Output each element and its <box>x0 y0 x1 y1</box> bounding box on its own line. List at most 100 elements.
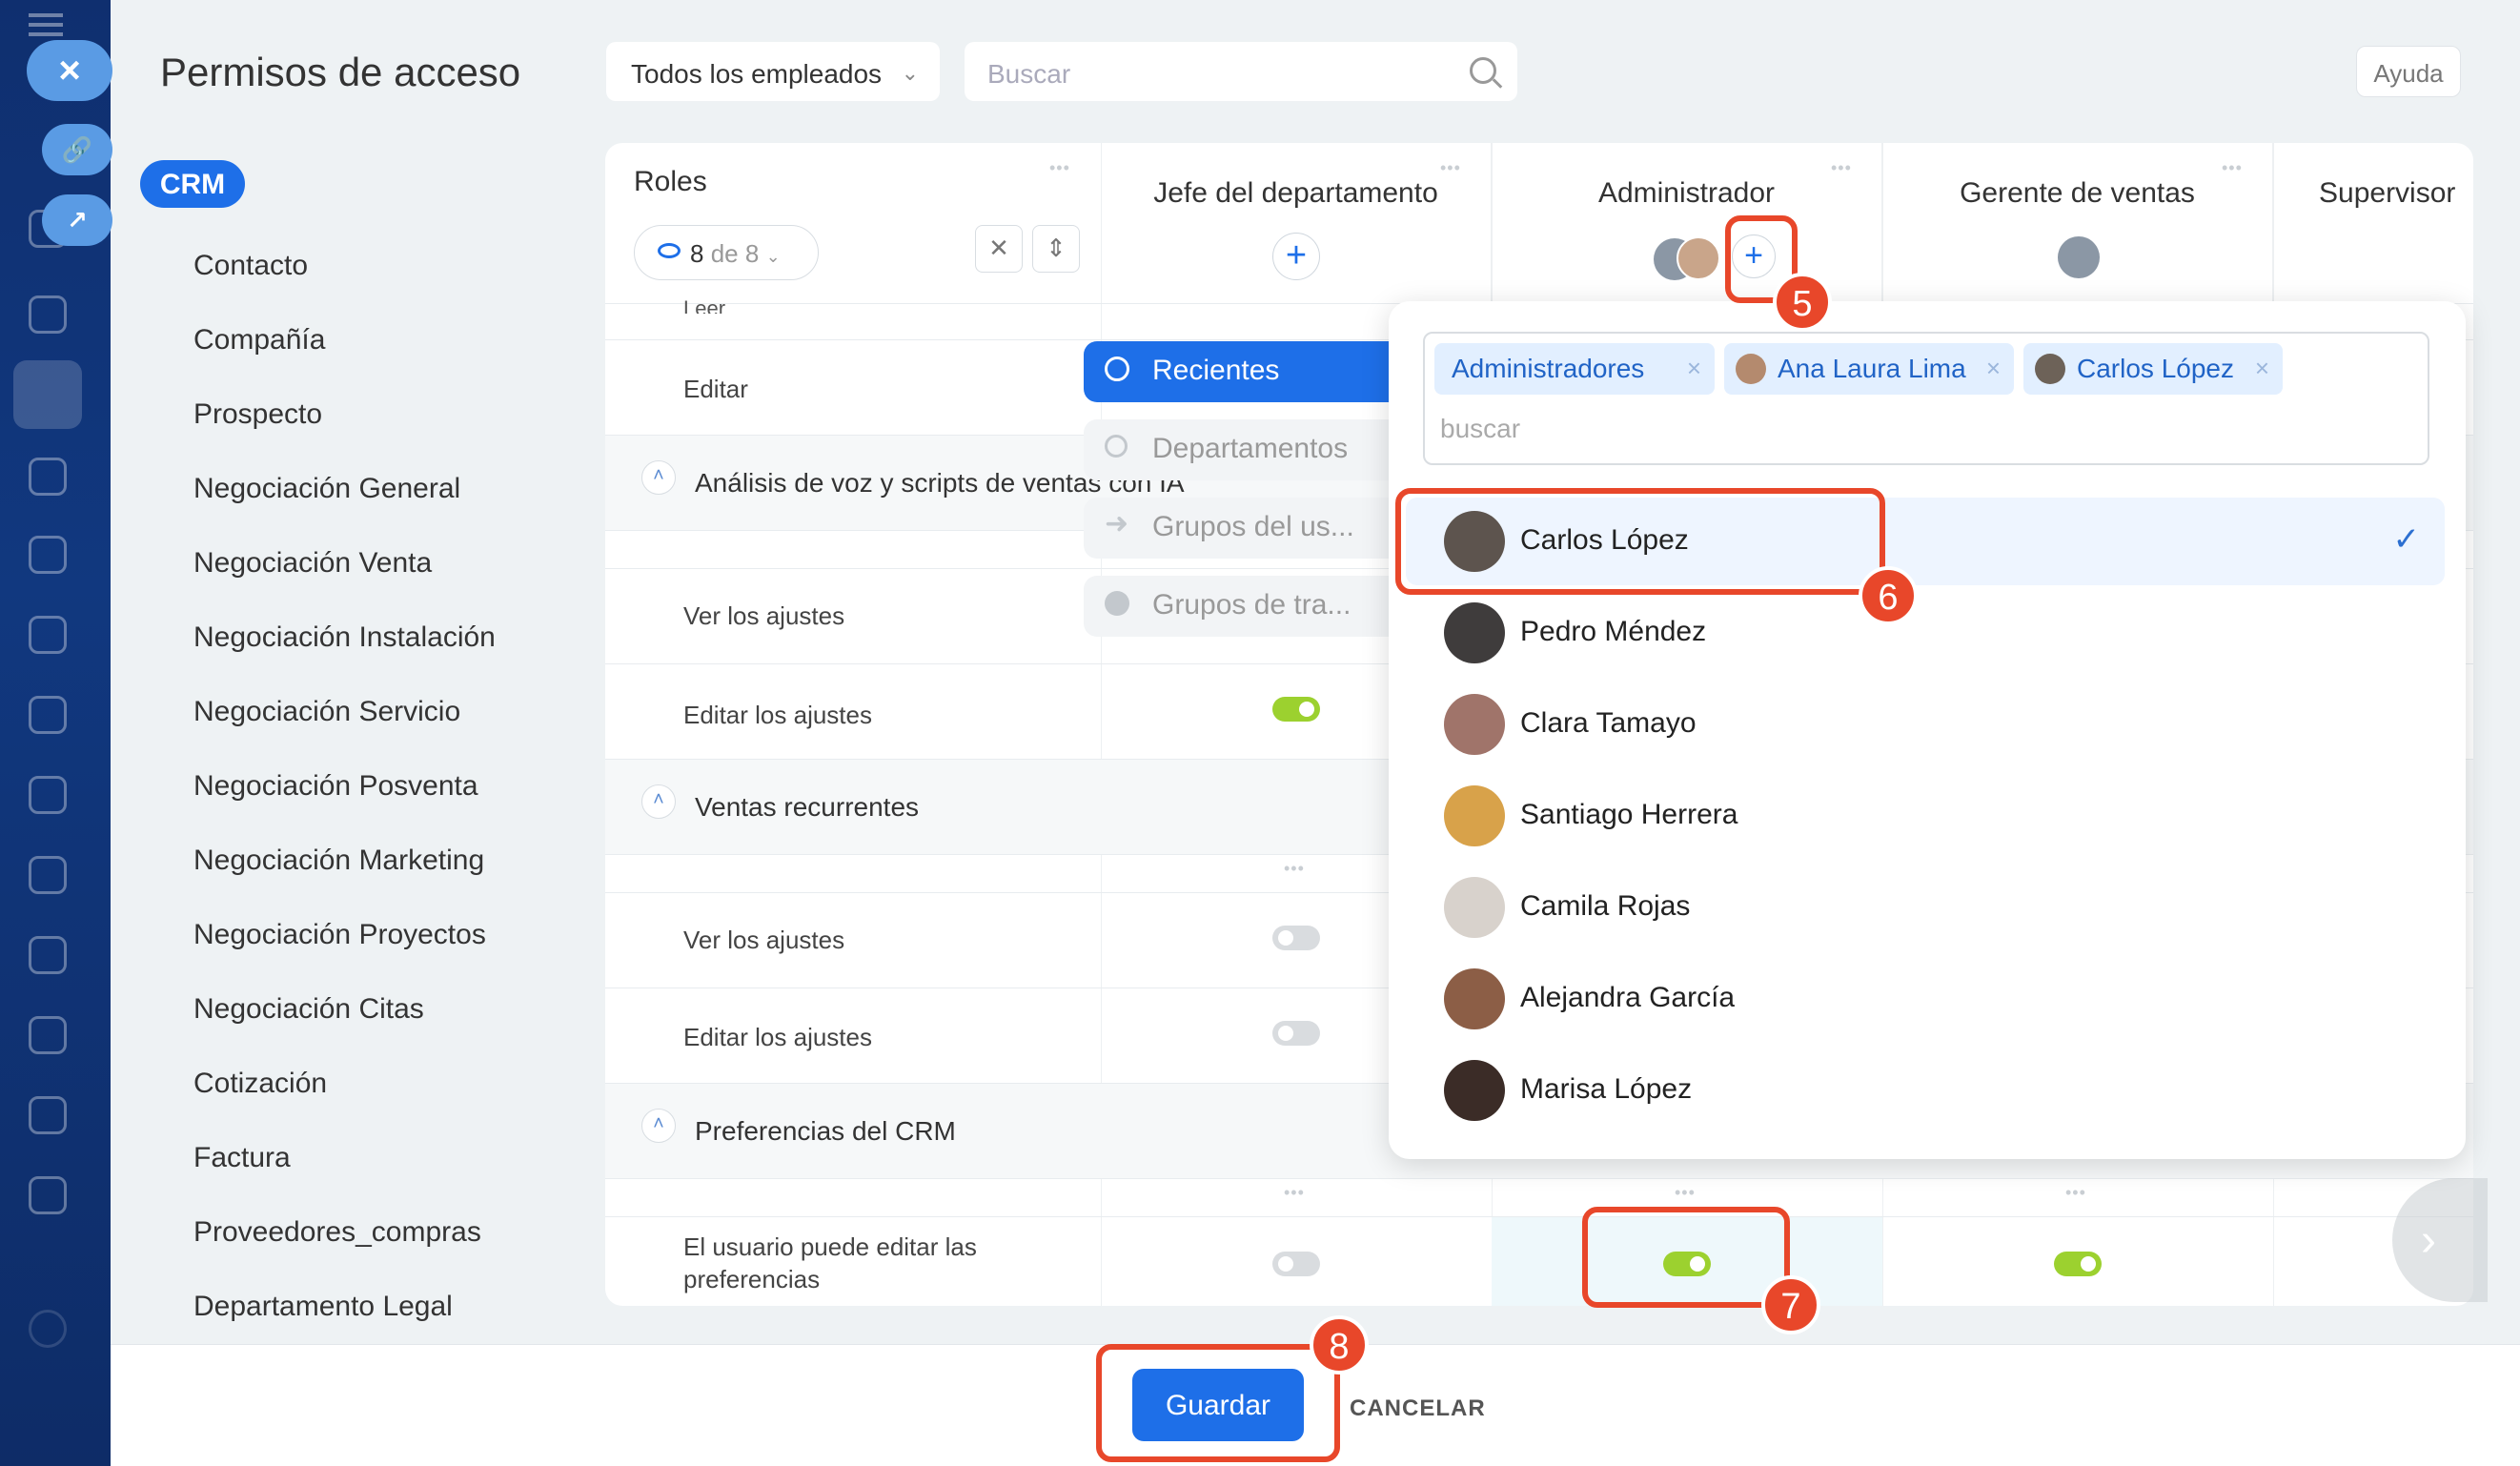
permission-toggle[interactable] <box>2054 1252 2102 1276</box>
help-button[interactable]: Ayuda <box>2356 46 2461 97</box>
selector-search-input[interactable]: buscar <box>1440 414 1520 444</box>
list-item-clara-tamayo[interactable]: Clara Tamayo <box>1406 681 2445 768</box>
automation-icon[interactable] <box>29 536 67 574</box>
avatar <box>1444 694 1505 755</box>
remove-tag-icon[interactable]: × <box>1687 354 1701 383</box>
search-icon <box>1105 356 1129 381</box>
column-menu-icon[interactable]: ••• <box>1440 158 1461 178</box>
sidebar-item-contacto[interactable]: Contacto <box>193 250 308 282</box>
menu-icon[interactable] <box>29 13 63 17</box>
crm-section-pill[interactable]: CRM <box>140 160 245 208</box>
sidebar-item-negociacion-proyectos[interactable]: Negociación Proyectos <box>193 919 486 951</box>
selector-tab-label: Grupos del us... <box>1152 511 1354 542</box>
cell-menu-icon[interactable]: ••• <box>1284 859 1305 879</box>
row-label: Editar los ajustes <box>683 1023 872 1051</box>
sites-icon[interactable] <box>29 458 67 496</box>
permission-toggle[interactable] <box>1272 1252 1320 1276</box>
sidebar-item-prospecto[interactable]: Prospecto <box>193 398 322 431</box>
column-title: Administrador <box>1597 177 1776 209</box>
remove-tag-icon[interactable]: × <box>1986 354 2001 383</box>
column-menu-icon[interactable]: ••• <box>1049 158 1070 178</box>
calendar-icon[interactable] <box>29 616 67 654</box>
copy-link-button[interactable]: 🔗 <box>42 124 112 175</box>
tag-ana-laura-lima: Ana Laura Lima × <box>1724 343 2014 395</box>
sidebar-item-negociacion-citas[interactable]: Negociación Citas <box>193 993 424 1026</box>
cancel-button[interactable]: CANCELAR <box>1350 1395 1486 1422</box>
list-item-pedro-mendez[interactable]: Pedro Méndez <box>1406 589 2445 677</box>
cell-menu-icon[interactable]: ••• <box>2065 1183 2086 1203</box>
selector-tab-label: Departamentos <box>1152 433 1349 464</box>
sidebar-item-negociacion-posventa[interactable]: Negociación Posventa <box>193 770 478 803</box>
list-item-alejandra-garcia[interactable]: Alejandra García <box>1406 955 2445 1043</box>
sidebar-item-negociacion-general[interactable]: Negociación General <box>193 473 460 505</box>
callout-highlight-6 <box>1395 488 1885 595</box>
search-input[interactable]: Buscar <box>965 42 1517 101</box>
storage-icon[interactable] <box>29 1016 67 1054</box>
sidebar-item-proveedores-compras[interactable]: Proveedores_compras <box>193 1216 481 1249</box>
tag-label: Carlos López <box>2077 354 2234 383</box>
chevron-up-icon[interactable]: ˄ <box>641 784 676 819</box>
remove-tag-icon[interactable]: × <box>2255 354 2269 383</box>
member-selector-popup: Administradores × Ana Laura Lima × Carlo… <box>1389 301 2466 1159</box>
sidebar-item-negociacion-servicio[interactable]: Negociación Servicio <box>193 696 460 728</box>
page-title: Permisos de acceso <box>160 50 521 94</box>
row-label: Leer <box>683 296 726 314</box>
tag-label: Ana Laura Lima <box>1778 354 1966 383</box>
permission-toggle[interactable] <box>1272 697 1320 722</box>
column-menu-icon[interactable]: ••• <box>1831 158 1852 178</box>
person-name: Clara Tamayo <box>1520 707 1697 739</box>
selector-tab-grupos-trabajo[interactable]: Grupos de tra... <box>1084 576 1389 637</box>
sidebar-item-negociacion-instalacion[interactable]: Negociación Instalación <box>193 621 496 654</box>
column-supervisor: Supervisor <box>2273 143 2473 303</box>
chat-icon[interactable] <box>29 295 67 334</box>
team-icon[interactable] <box>29 1176 67 1214</box>
chevron-up-icon[interactable]: ˄ <box>641 1109 676 1143</box>
sidebar-item-negociacion-venta[interactable]: Negociación Venta <box>193 547 432 580</box>
permission-toggle[interactable] <box>1272 1021 1320 1046</box>
sidebar-item-departamento-legal[interactable]: Departamento Legal <box>193 1291 453 1323</box>
collapse-all-button[interactable]: ✕ <box>975 225 1023 273</box>
store-icon[interactable] <box>29 856 67 894</box>
selector-tab-departamentos[interactable]: Departamentos <box>1084 419 1389 480</box>
permission-toggle[interactable] <box>1272 926 1320 950</box>
selector-tab-recientes[interactable]: Recientes <box>1084 341 1389 402</box>
settings-icon[interactable] <box>29 1310 67 1348</box>
sidebar-item-negociacion-marketing[interactable]: Negociación Marketing <box>193 845 484 877</box>
robot-icon[interactable] <box>29 696 67 734</box>
department-icon <box>1105 435 1128 458</box>
list-item-camila-rojas[interactable]: Camila Rojas <box>1406 864 2445 951</box>
person-name: Alejandra García <box>1520 982 1736 1013</box>
presentation-icon[interactable] <box>29 936 67 974</box>
close-button[interactable]: × <box>27 40 112 101</box>
employee-filter-dropdown[interactable]: Todos los empleados ⌄ <box>606 42 940 101</box>
close-icon: × <box>58 49 81 92</box>
row-label: El usuario puede editar las preferencias <box>683 1232 977 1293</box>
avatar <box>1444 785 1505 846</box>
list-item-marisa-lopez[interactable]: Marisa López <box>1406 1047 2445 1134</box>
sidebar-item-factura[interactable]: Factura <box>193 1142 291 1174</box>
eye-icon <box>658 243 681 258</box>
roles-visible-counter[interactable]: 8 de 8 ⌄ <box>634 225 819 280</box>
open-new-window-button[interactable]: ↗ <box>42 194 112 246</box>
group-avatar <box>2058 236 2100 278</box>
column-title: Gerente de ventas <box>1960 177 2195 209</box>
chevron-up-icon[interactable]: ˄ <box>641 460 676 495</box>
sidebar-item-cotizacion[interactable]: Cotización <box>193 1068 327 1100</box>
documents-icon[interactable] <box>29 776 67 814</box>
expand-all-button[interactable]: ⇕ <box>1032 225 1080 273</box>
sidebar-item-compania[interactable]: Compañía <box>193 324 325 356</box>
crm-icon[interactable] <box>13 360 82 429</box>
cell-menu-icon[interactable]: ••• <box>1284 1183 1305 1203</box>
selector-tab-grupos-usuarios[interactable]: ➜ Grupos del us... <box>1084 498 1389 559</box>
add-member-button[interactable]: + <box>1272 233 1320 280</box>
mail-icon[interactable] <box>29 1096 67 1134</box>
list-item-santiago-herrera[interactable]: Santiago Herrera <box>1406 772 2445 860</box>
cell-menu-icon[interactable]: ••• <box>1675 1183 1696 1203</box>
column-menu-icon[interactable]: ••• <box>2222 158 2243 178</box>
section-label: Ventas recurrentes <box>695 792 920 822</box>
callout-number-5: 5 <box>1773 273 1832 332</box>
selector-tab-label: Grupos de tra... <box>1152 589 1351 621</box>
selected-tags-box[interactable]: Administradores × Ana Laura Lima × Carlo… <box>1423 332 2429 465</box>
arrow-right-icon: ➜ <box>1105 508 1129 540</box>
roles-label: Roles <box>634 166 707 197</box>
